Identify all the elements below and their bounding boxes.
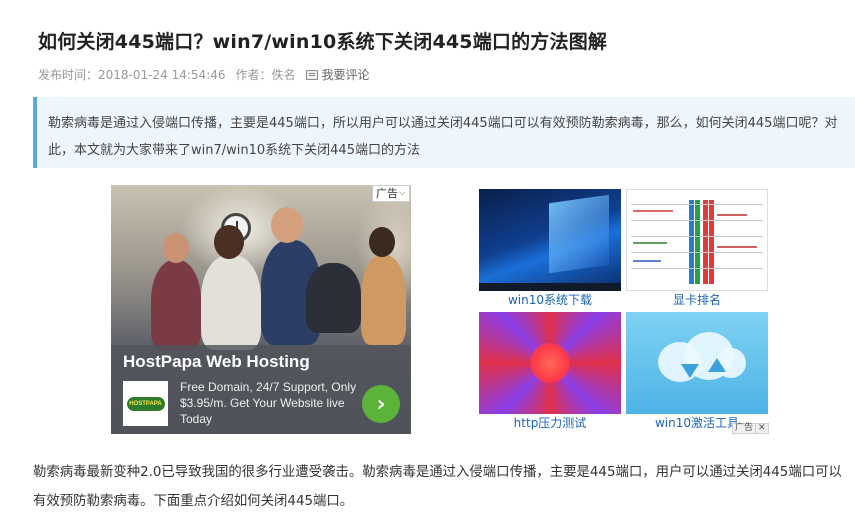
related-ad-label: 广告 [735, 423, 754, 433]
ad-banner[interactable]: HostPapa Web Hosting HOSTPAPA Free Domai… [111, 185, 411, 434]
comment-link-label: 我要评论 [321, 68, 370, 82]
related-link-http-stress[interactable]: http压力测试 [479, 414, 621, 431]
taskbar-image [479, 283, 621, 291]
related-ad-tag[interactable]: 广告 ✕ [732, 423, 769, 434]
related-link-gpu-ranking[interactable]: 显卡排名 [626, 291, 768, 308]
related-link-win10-download[interactable]: win10系统下载 [479, 291, 621, 308]
ad-tag-label: 广告 [376, 187, 398, 200]
publish-label: 发布时间： [38, 68, 99, 82]
hostpapa-logo: HOSTPAPA [126, 396, 165, 411]
article-body-paragraph: 勒索病毒最新变种2.0已导致我国的很多行业遭受袭击。勒索病毒是通过入侵端口传播，… [33, 465, 842, 509]
article-meta: 发布时间： 2018-01-24 14:54:46 作者： 佚名 我要评论 [38, 66, 370, 83]
ad-description[interactable]: Free Domain, 24/7 Support, Only $3.95/m.… [180, 379, 360, 427]
chevron-down-icon: ⌵ [399, 188, 406, 198]
publish-time: 2018-01-24 14:54:46 [98, 67, 226, 82]
windows-logo-icon [549, 194, 609, 274]
related-thumb-gpu-ranking[interactable] [626, 189, 768, 291]
upload-arrow-icon [708, 358, 726, 372]
comment-icon [305, 69, 318, 80]
related-thumb-win10-activation[interactable] [626, 312, 768, 414]
close-icon[interactable]: ✕ [755, 424, 768, 433]
related-thumb-win10[interactable] [479, 189, 621, 291]
article-summary: 勒索病毒是通过入侵端口传播，主要是445端口，所以用户可以通过关闭445端口可以… [33, 97, 855, 168]
related-thumb-http-stress[interactable] [479, 312, 621, 414]
author-label: 作者： [235, 68, 272, 82]
chevron-right-icon[interactable]: › [362, 385, 400, 423]
comment-link[interactable]: 我要评论 [305, 66, 370, 83]
download-arrow-icon [681, 364, 699, 378]
author-name: 佚名 [271, 68, 296, 82]
ad-headline[interactable]: HostPapa Web Hosting [123, 352, 310, 372]
article-title: 如何关闭445端口？win7/win10系统下关闭445端口的方法图解 [38, 31, 608, 53]
ad-choices-tag[interactable]: 广告 ⌵ [372, 185, 410, 202]
spiral-image [530, 343, 570, 383]
ad-logo[interactable]: HOSTPAPA [123, 381, 168, 426]
